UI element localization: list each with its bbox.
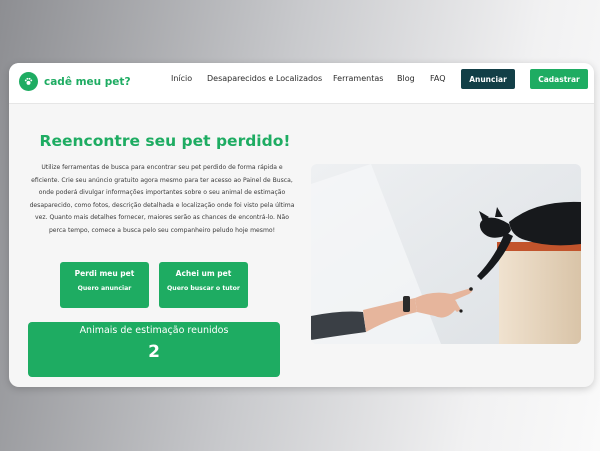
site-header: cadê meu pet? Início Desaparecidos e Loc… — [9, 63, 594, 104]
stats-label: Animais de estimação reunidos — [79, 325, 229, 336]
found-pet-button[interactable]: Achei um pet Quero buscar o tutor — [159, 262, 248, 308]
paw-pin-icon — [19, 72, 38, 91]
nav-item-desaparecidos[interactable]: Desaparecidos e Localizados — [207, 74, 322, 83]
reunited-stats-card: Animais de estimação reunidos 2 — [28, 322, 280, 377]
nav-item-faq[interactable]: FAQ — [430, 74, 446, 83]
nav-item-ferramentas[interactable]: Ferramentas — [333, 74, 383, 83]
hero-description: Utilize ferramentas de busca para encont… — [29, 164, 295, 234]
lost-pet-subtitle: Quero anunciar — [77, 285, 132, 292]
lost-pet-button[interactable]: Perdi meu pet Quero anunciar — [60, 262, 149, 308]
found-pet-title: Achei um pet — [175, 269, 232, 278]
lost-pet-title: Perdi meu pet — [74, 269, 135, 278]
register-button[interactable]: Cadastrar — [530, 69, 588, 89]
nav-item-blog[interactable]: Blog — [397, 74, 415, 83]
nav-item-inicio[interactable]: Início — [171, 74, 192, 83]
stats-value: 2 — [148, 342, 160, 362]
brand-name: cadê meu pet? — [44, 75, 131, 88]
announce-button[interactable]: Anunciar — [461, 69, 515, 89]
hero-title: Reencontre seu pet perdido! — [39, 132, 291, 150]
brand-logo[interactable]: cadê meu pet? — [19, 72, 131, 91]
hero-image — [311, 164, 581, 344]
browser-window: cadê meu pet? Início Desaparecidos e Loc… — [9, 63, 594, 387]
found-pet-subtitle: Quero buscar o tutor — [167, 285, 240, 292]
